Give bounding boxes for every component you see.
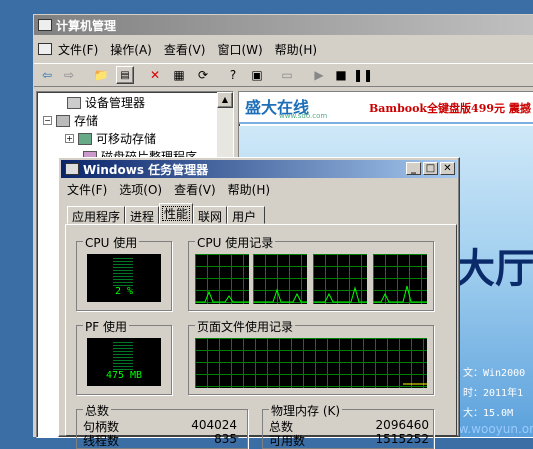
tm-titlebar[interactable]: Windows 任务管理器 _ □ ✕ — [61, 160, 457, 178]
ad-banner[interactable]: Bambook全键盘版499元 震撼 — [369, 100, 531, 116]
hall-text: 大厅 — [455, 246, 533, 292]
totals-label: 总数 — [83, 402, 112, 419]
tree-label: 可移动存储 — [96, 132, 157, 146]
physical-memory-label: 物理内存 (K) — [269, 402, 343, 419]
show-tree-icon[interactable]: ▤ — [116, 66, 134, 84]
help-icon[interactable]: ? — [224, 66, 242, 84]
phys-avail-label: 可用数 — [269, 434, 306, 448]
cpu-trace-2 — [253, 288, 307, 303]
menu-action[interactable]: 操作(A) — [104, 41, 158, 58]
pf-history-group: 页面文件使用记录 — [188, 318, 434, 395]
tree-label: 设备管理器 — [85, 96, 146, 110]
info-line: 文：Win2000 — [463, 368, 526, 379]
tm-menu-help[interactable]: 帮助(H) — [222, 181, 276, 198]
expand-icon[interactable]: + — [65, 134, 74, 143]
tm-menu-view[interactable]: 查看(V) — [168, 181, 222, 198]
totals-group: 总数 句柄数 404024 线程数 835 — [76, 402, 248, 449]
cpu-history-group: CPU 使用记录 — [188, 234, 434, 311]
pf-usage-value: 475 MB — [105, 370, 143, 381]
menu-file[interactable]: 文件(F) — [52, 41, 104, 58]
phys-avail-value: 1515252 — [375, 432, 429, 446]
cpu-usage-value: 2 % — [114, 286, 134, 297]
cpu-trace-1 — [195, 290, 249, 303]
task-manager-window: Windows 任务管理器 _ □ ✕ 文件(F) 选项(O) 查看(V) 帮助… — [58, 157, 460, 449]
maximize-icon[interactable]: □ — [423, 162, 438, 175]
tab-panel: CPU 使用 2 % CPU 使用记录 PF 使用 475 MB 页面文件使用记… — [65, 224, 457, 449]
cpu-trace-3 — [313, 286, 367, 303]
pf-trace — [403, 383, 427, 385]
cpu-trace-4 — [373, 285, 427, 303]
storage-icon — [56, 114, 70, 127]
sdo-logo-url: www.sdo.com — [279, 112, 328, 120]
cpu-history-graph-3 — [313, 254, 367, 304]
cpu-usage-meter: 2 % — [87, 254, 161, 302]
minimize-icon[interactable]: _ — [406, 162, 421, 175]
refresh-icon[interactable]: ⟳ — [194, 66, 212, 84]
tab-applications[interactable]: 应用程序 — [67, 206, 126, 224]
export-icon[interactable]: ▣ — [248, 66, 266, 84]
tm-app-icon — [65, 163, 79, 175]
stop-icon[interactable]: ■ — [332, 66, 350, 84]
pause-icon[interactable]: ❚❚ — [353, 66, 373, 84]
mmc-title: 计算机管理 — [56, 18, 117, 33]
threads-value: 835 — [214, 432, 237, 446]
tree-item-storage[interactable]: − 存储 — [43, 112, 98, 129]
info-line: 时：2011年1 — [463, 388, 524, 399]
up-folder-icon[interactable]: 📁 — [92, 66, 110, 84]
menu-view[interactable]: 查看(V) — [158, 41, 212, 58]
mmc-toolbar: ⇦ ⇨ 📁 ▤ ✕ ▦ ⟳ ? ▣ ▭ ▶ ■ ❚❚ — [34, 63, 533, 87]
tab-users[interactable]: 用户 — [227, 206, 266, 224]
tree-label: 存储 — [74, 114, 99, 128]
info-line: 大：15.0M — [463, 408, 514, 419]
cpu-usage-label: CPU 使用 — [83, 234, 140, 251]
handles-value: 404024 — [191, 418, 237, 432]
forward-icon[interactable]: ⇨ — [60, 66, 78, 84]
collapse-icon[interactable]: − — [43, 116, 52, 125]
delete-icon[interactable]: ✕ — [146, 66, 164, 84]
menu-help[interactable]: 帮助(H) — [269, 41, 323, 58]
back-icon[interactable]: ⇦ — [38, 66, 56, 84]
physical-memory-group: 物理内存 (K) 总数 2096460 可用数 1515252 — [262, 402, 434, 449]
tm-menu-options[interactable]: 选项(O) — [113, 181, 168, 198]
play-icon[interactable]: ▶ — [310, 66, 328, 84]
mmc-menubar: 文件(F) 操作(A) 查看(V) 窗口(W) 帮助(H) — [34, 39, 533, 59]
menu-window[interactable]: 窗口(W) — [211, 41, 268, 58]
tm-menu-file[interactable]: 文件(F) — [61, 181, 113, 198]
web-info: 文：Win2000 时：2011年1 大：15.0M — [463, 364, 525, 424]
pf-usage-meter: 475 MB — [87, 338, 161, 386]
cpu-usage-group: CPU 使用 2 % — [76, 234, 172, 311]
device-manager-icon — [67, 96, 81, 109]
tree-item-device-manager[interactable]: 设备管理器 — [67, 94, 145, 111]
threads-label: 线程数 — [83, 434, 120, 448]
tab-performance[interactable]: 性能 — [159, 203, 194, 224]
mmc-titlebar[interactable]: 计算机管理 — [34, 15, 533, 35]
pf-history-label: 页面文件使用记录 — [195, 318, 296, 335]
tab-processes[interactable]: 进程 — [125, 206, 160, 224]
removable-storage-icon — [78, 132, 92, 145]
pf-usage-group: PF 使用 475 MB — [76, 318, 172, 395]
computer-icon — [38, 19, 52, 31]
tree-item-removable-storage[interactable]: + 可移动存储 — [65, 130, 156, 147]
tm-title: Windows 任务管理器 — [83, 162, 209, 177]
computer-small-icon[interactable]: ▭ — [278, 66, 296, 84]
tm-tabs: 应用程序 进程 性能 联网 用户 — [67, 203, 266, 224]
tab-networking[interactable]: 联网 — [193, 206, 228, 224]
scroll-up-arrow[interactable]: ▲ — [217, 92, 233, 108]
cpu-history-label: CPU 使用记录 — [195, 234, 276, 251]
properties-icon[interactable]: ▦ — [170, 66, 188, 84]
cpu-history-graph-1 — [195, 254, 249, 304]
tm-menubar: 文件(F) 选项(O) 查看(V) 帮助(H) — [61, 180, 276, 198]
pf-usage-label: PF 使用 — [83, 318, 129, 335]
close-icon[interactable]: ✕ — [440, 162, 455, 175]
web-header: 盛大在线 www.sdo.com Bambook全键盘版499元 震撼 — [239, 92, 533, 124]
phys-total-value: 2096460 — [375, 418, 429, 432]
pf-history-graph — [195, 338, 427, 388]
cpu-history-graph-4 — [373, 254, 427, 304]
cpu-history-graph-2 — [253, 254, 307, 304]
mmc-doc-icon — [38, 43, 52, 55]
